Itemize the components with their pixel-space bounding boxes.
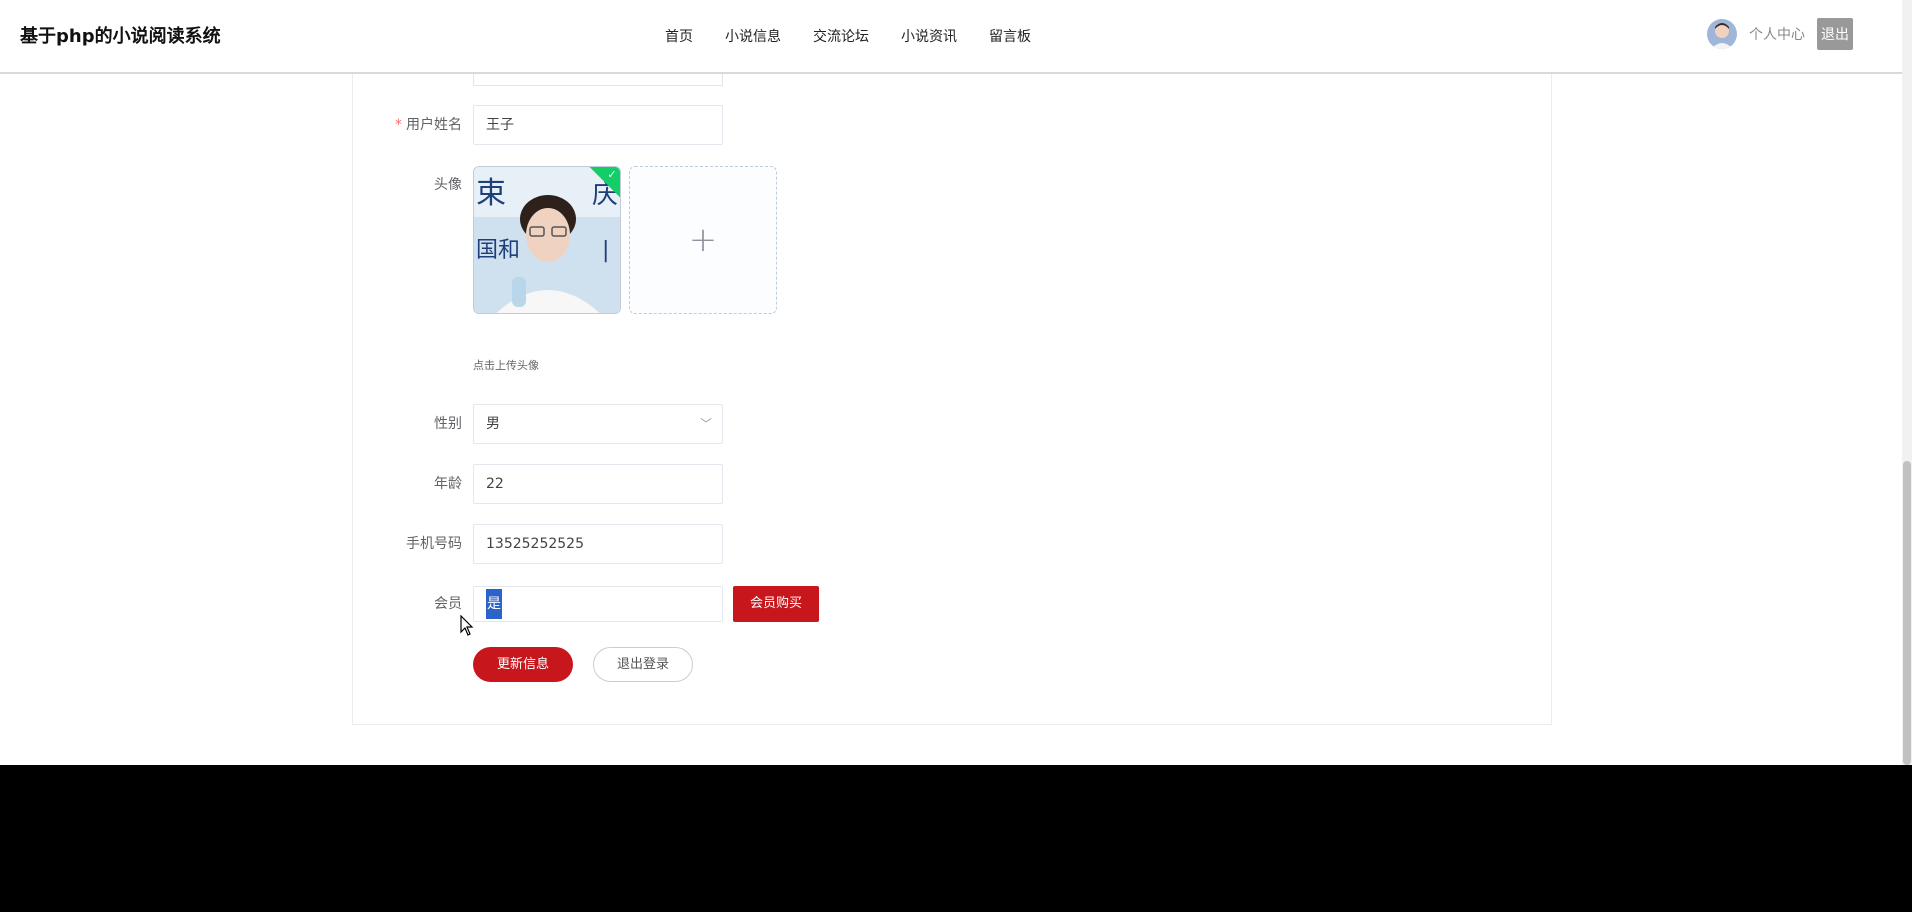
age-input[interactable]: 22 [473,464,723,504]
nav-item-forum[interactable]: 交流论坛 [813,24,869,46]
gender-select[interactable]: 男 ﹀ [473,404,723,444]
check-icon: ✓ [607,167,617,181]
header-logout-button[interactable]: 退出 [1817,18,1853,50]
plus-icon: + [688,220,718,260]
nav-item-message-board[interactable]: 留言板 [989,24,1031,46]
nav-item-novel-info[interactable]: 小说信息 [725,24,781,46]
mouse-cursor-icon [460,614,474,641]
user-area: 个人中心 退出 [1707,18,1853,50]
name-label: * 用户姓名 [0,105,462,145]
phone-label: 手机号码 [406,536,462,552]
age-label: 年龄 [434,476,462,492]
avatar-upload-hint: 点击上传头像 [473,359,539,372]
chevron-down-icon: ﹀ [699,417,712,431]
user-avatar[interactable] [1707,19,1737,49]
scrollbar-thumb[interactable] [1903,461,1911,765]
avatar-upload-button[interactable]: + [629,166,777,314]
nav-item-novel-news[interactable]: 小说资讯 [901,24,957,46]
svg-text:|: | [602,238,609,263]
logout-button[interactable]: 退出登录 [593,647,693,682]
user-center-link[interactable]: 个人中心 [1749,24,1805,44]
gender-value: 男 [486,416,500,432]
buy-membership-button[interactable]: 会员购买 [733,586,819,622]
nav-item-home[interactable]: 首页 [665,24,693,46]
avatar-label: 头像 [434,177,462,193]
required-mark: * [395,117,402,133]
svg-text:束: 束 [476,176,506,211]
member-field[interactable]: 是 [473,586,723,622]
name-label-text: 用户姓名 [406,117,462,133]
phone-input[interactable]: 13525252525 [473,524,723,564]
black-footer-area [0,765,1912,912]
page-scrollbar[interactable] [1902,0,1912,765]
member-value: 是 [486,589,502,619]
update-info-button[interactable]: 更新信息 [473,647,573,682]
member-label: 会员 [434,596,462,612]
svg-text:国和: 国和 [476,238,520,263]
clipped-input-field[interactable] [473,74,723,86]
main-nav: 首页 小说信息 交流论坛 小说资讯 留言板 [665,24,1063,46]
name-input[interactable]: 王子 [473,105,723,145]
uploaded-avatar-image[interactable]: 束 庆 国和 | ✓ [473,166,621,314]
site-title: 基于php的小说阅读系统 [20,26,221,47]
gender-label: 性别 [434,416,462,432]
top-header: 基于php的小说阅读系统 首页 小说信息 交流论坛 小说资讯 留言板 个人中心 … [0,0,1902,74]
